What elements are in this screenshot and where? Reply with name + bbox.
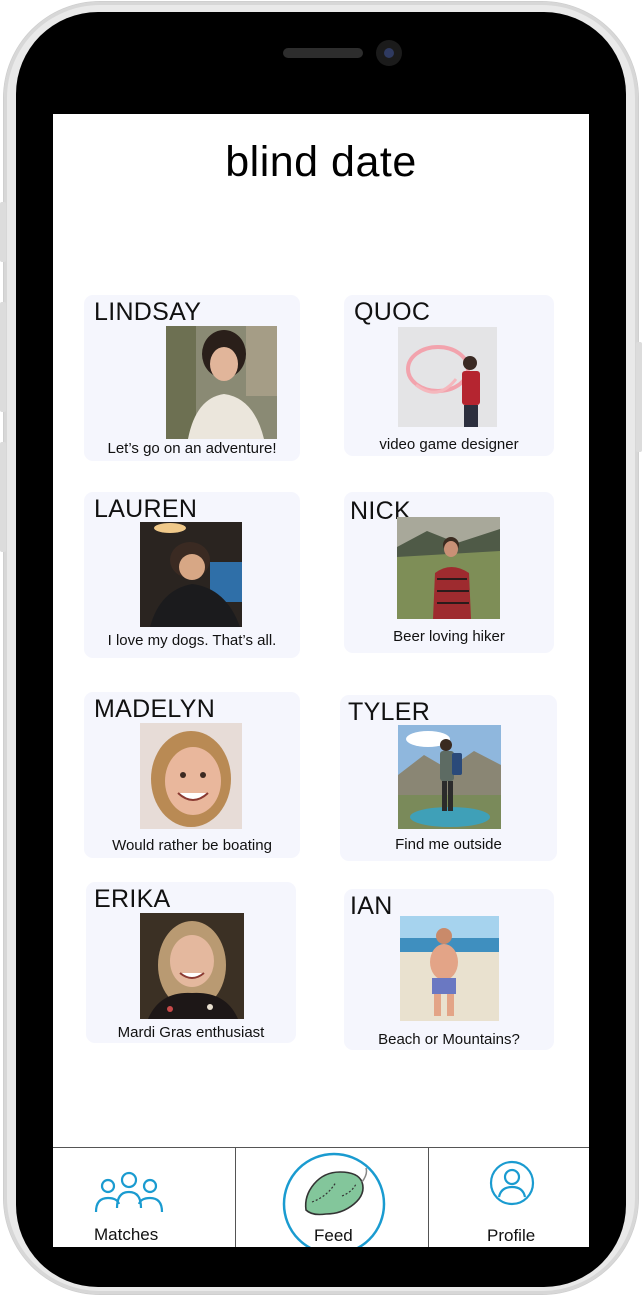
front-camera-icon bbox=[376, 40, 402, 66]
profile-name: LINDSAY bbox=[94, 298, 202, 326]
nav-label-matches: Matches bbox=[94, 1225, 159, 1244]
profile-card-tyler[interactable]: TYLER Find me outside bbox=[340, 695, 557, 861]
profile-photo bbox=[140, 522, 242, 627]
nav-tab-matches[interactable]: Matches bbox=[53, 1148, 235, 1247]
profile-card-quoc[interactable]: QUOC video game designer bbox=[344, 295, 554, 456]
app-screen: blind date LINDSAY Let’s go on an advent… bbox=[53, 114, 589, 1247]
profile-card-lauren[interactable]: LAUREN I love my dogs. That’s all. bbox=[84, 492, 300, 658]
profile-photo bbox=[140, 913, 244, 1019]
profile-tagline: video game designer bbox=[379, 436, 519, 453]
profile-name: MADELYN bbox=[94, 695, 216, 723]
profile-name: IAN bbox=[350, 892, 393, 920]
mute-switch bbox=[0, 202, 6, 262]
profile-tagline: Would rather be boating bbox=[112, 837, 272, 854]
profile-name: LAUREN bbox=[94, 495, 198, 523]
power-button bbox=[636, 342, 642, 452]
profile-tagline: Let’s go on an adventure! bbox=[107, 440, 277, 457]
app-title: blind date bbox=[225, 138, 417, 186]
profile-name: QUOC bbox=[354, 298, 431, 326]
profile-photo bbox=[140, 723, 242, 829]
nav-label-profile: Profile bbox=[487, 1226, 536, 1245]
people-group-icon bbox=[94, 1171, 164, 1213]
sleep-mask-icon bbox=[304, 1167, 368, 1216]
profile-card-lindsay[interactable]: LINDSAY Let’s go on an adventure! bbox=[84, 295, 300, 461]
nav-tab-feed[interactable]: Feed bbox=[236, 1148, 428, 1247]
profile-photo bbox=[398, 725, 501, 829]
nav-label-feed: Feed bbox=[314, 1226, 353, 1245]
profile-photo bbox=[397, 517, 500, 619]
profile-name: TYLER bbox=[348, 698, 431, 726]
profile-card-ian[interactable]: IAN Beach or Mountains? bbox=[344, 889, 554, 1050]
profile-tagline: Find me outside bbox=[395, 836, 502, 853]
volume-up-button bbox=[0, 302, 6, 412]
speaker-grille bbox=[283, 48, 363, 58]
profile-tagline: Beach or Mountains? bbox=[378, 1031, 520, 1048]
profile-name: ERIKA bbox=[94, 885, 171, 913]
profile-card-nick[interactable]: NICK Beer loving hiker bbox=[344, 492, 554, 653]
volume-down-button bbox=[0, 442, 6, 552]
profile-card-erika[interactable]: ERIKA Mardi Gras enthusiast bbox=[86, 882, 296, 1043]
profile-card-madelyn[interactable]: MADELYN Would rather be boating bbox=[84, 692, 300, 858]
profile-tagline: Mardi Gras enthusiast bbox=[117, 1024, 265, 1041]
profile-tagline: I love my dogs. That’s all. bbox=[107, 632, 277, 649]
nav-tab-profile[interactable]: Profile bbox=[429, 1148, 589, 1247]
bottom-navigation: Matches Feed Profile bbox=[53, 1147, 589, 1247]
profile-photo bbox=[400, 916, 499, 1021]
user-circle-icon bbox=[489, 1160, 535, 1206]
profile-tagline: Beer loving hiker bbox=[393, 628, 505, 645]
profile-photo bbox=[398, 327, 497, 427]
profile-photo bbox=[166, 326, 277, 439]
